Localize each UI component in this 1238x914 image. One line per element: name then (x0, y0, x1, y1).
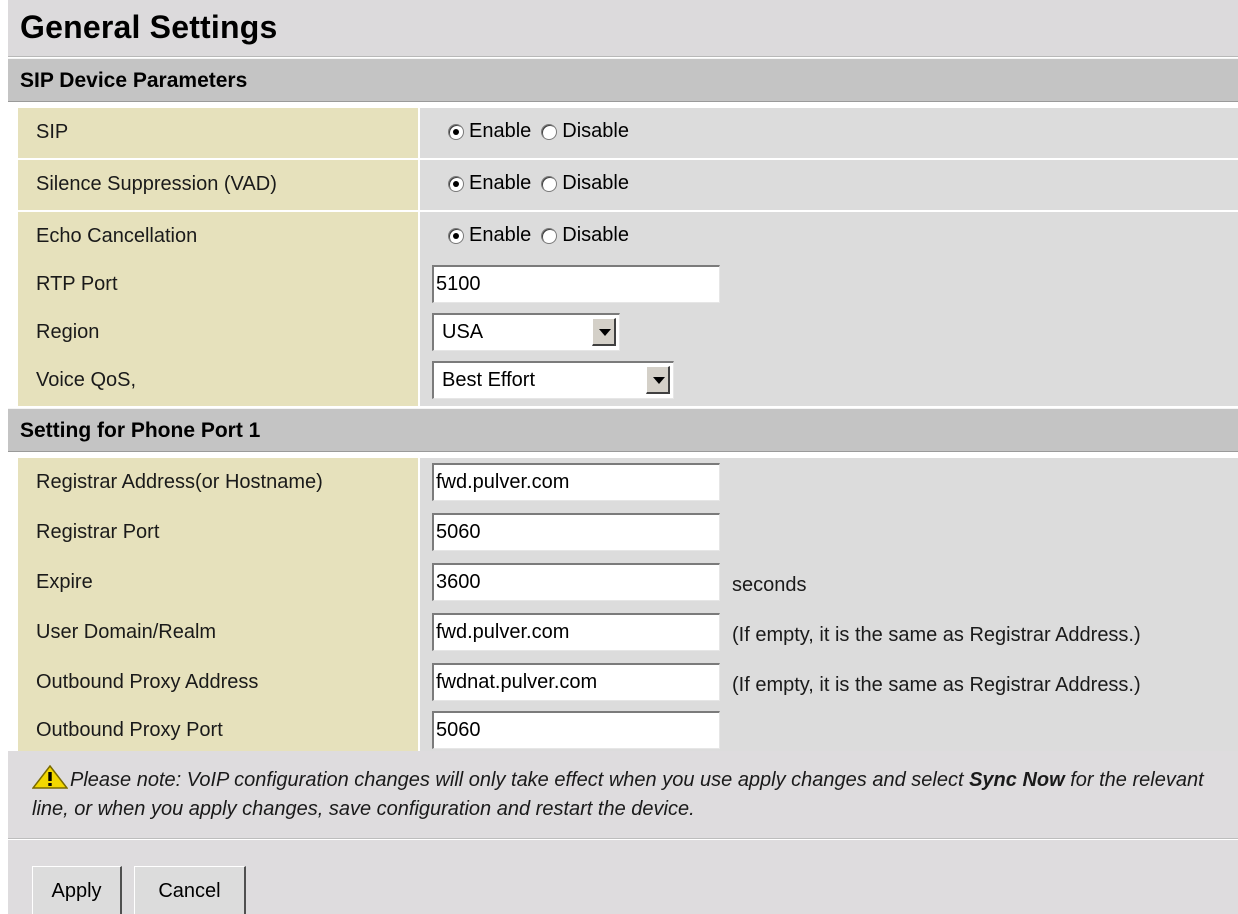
row-label: Silence Suppression (VAD) (36, 173, 277, 195)
note-text: Please note: VoIP configuration changes … (32, 765, 1222, 824)
row-sip: SIP Enable Disable (8, 108, 1238, 160)
echo-disable-radio[interactable]: Disable (541, 224, 629, 247)
sync-now-text: Sync Now (969, 769, 1065, 791)
title-bar: General Settings (8, 0, 1238, 57)
outbound-proxy-port-input[interactable]: 5060 (432, 711, 720, 749)
row-expire: Expire 3600 seconds (8, 558, 1238, 610)
sip-radio-group: Enable Disable (448, 120, 639, 143)
row-label: RTP Port (36, 273, 118, 295)
row-user-domain: User Domain/Realm fwd.pulver.com (If emp… (8, 608, 1238, 660)
radio-unchecked-icon[interactable] (541, 227, 558, 244)
rtp-port-input[interactable]: 5100 (432, 265, 720, 303)
radio-checked-icon[interactable] (448, 123, 464, 140)
row-label: Outbound Proxy Address (36, 671, 259, 693)
row-echo-cancellation: Echo Cancellation Enable Disable (8, 212, 1238, 264)
vad-radio-group: Enable Disable (448, 172, 639, 195)
row-outbound-proxy-address: Outbound Proxy Address fwdnat.pulver.com… (8, 658, 1238, 710)
radio-checked-icon[interactable] (448, 227, 464, 244)
echo-radio-group: Enable Disable (448, 224, 639, 247)
row-label: Echo Cancellation (36, 225, 198, 247)
echo-enable-radio[interactable]: Enable (448, 224, 531, 247)
section-heading: Setting for Phone Port 1 (20, 419, 261, 442)
row-label: Voice QoS, (36, 369, 137, 391)
apply-button[interactable]: Apply (32, 866, 122, 914)
row-label: Expire (36, 571, 93, 593)
row-registrar-port: Registrar Port 5060 (8, 508, 1238, 560)
note-area: Please note: VoIP configuration changes … (8, 751, 1238, 839)
sip-enable-radio[interactable]: Enable (448, 120, 531, 143)
row-label: Registrar Port (36, 521, 160, 543)
section-heading: SIP Device Parameters (20, 69, 248, 92)
row-label: Outbound Proxy Port (36, 719, 223, 741)
radio-unchecked-icon[interactable] (541, 175, 558, 192)
row-label: User Domain/Realm (36, 621, 217, 643)
registrar-port-input[interactable]: 5060 (432, 513, 720, 551)
page-title: General Settings (20, 9, 278, 45)
section-phone-port-1: Setting for Phone Port 1 (8, 408, 1238, 452)
registrar-address-input[interactable]: fwd.pulver.com (432, 463, 720, 501)
button-area: Apply Cancel (8, 840, 1238, 914)
expire-unit: seconds (732, 574, 807, 596)
row-label: Registrar Address(or Hostname) (36, 471, 323, 493)
row-vad: Silence Suppression (VAD) Enable Disable (8, 160, 1238, 212)
cancel-button[interactable]: Cancel (134, 866, 246, 914)
sip-disable-radio[interactable]: Disable (541, 120, 629, 143)
row-rtp-port: RTP Port 5100 (8, 260, 1238, 312)
region-select[interactable]: USA (432, 313, 620, 351)
expire-input[interactable]: 3600 (432, 563, 720, 601)
outbound-proxy-address-hint: (If empty, it is the same as Registrar A… (732, 674, 1141, 696)
user-domain-input[interactable]: fwd.pulver.com (432, 613, 720, 651)
vad-disable-radio[interactable]: Disable (541, 172, 629, 195)
radio-checked-icon[interactable] (448, 175, 464, 192)
row-registrar-address: Registrar Address(or Hostname) fwd.pulve… (8, 458, 1238, 510)
voice-qos-select[interactable]: Best Effort (432, 361, 674, 399)
row-label: SIP (36, 121, 69, 143)
chevron-down-icon[interactable] (592, 318, 616, 346)
vad-enable-radio[interactable]: Enable (448, 172, 531, 195)
section-sip-device-parameters: SIP Device Parameters (8, 58, 1238, 102)
general-settings-page: General Settings SIP Device Parameters S… (0, 0, 1238, 914)
row-label: Region (36, 321, 100, 343)
row-region: Region USA (8, 308, 1238, 360)
warning-icon (32, 765, 68, 789)
chevron-down-icon[interactable] (646, 366, 670, 394)
outbound-proxy-address-input[interactable]: fwdnat.pulver.com (432, 663, 720, 701)
row-voice-qos: Voice QoS, Best Effort (8, 356, 1238, 408)
radio-unchecked-icon[interactable] (541, 123, 558, 140)
user-domain-hint: (If empty, it is the same as Registrar A… (732, 624, 1141, 646)
